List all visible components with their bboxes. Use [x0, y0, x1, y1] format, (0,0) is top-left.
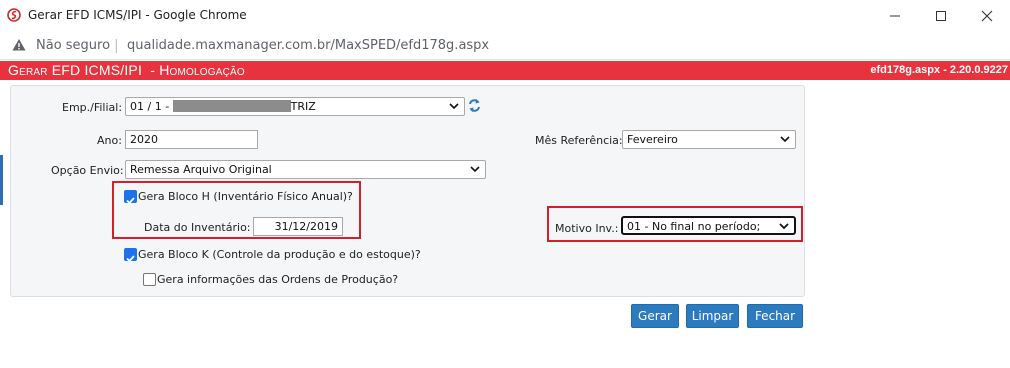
minimize-icon	[890, 15, 900, 17]
bloco-k-checkbox[interactable]	[124, 248, 137, 263]
app-logo-icon	[7, 8, 21, 22]
checkmark-icon	[126, 255, 135, 263]
bloco-h-checkbox[interactable]	[124, 190, 137, 205]
empresa-label: Emp./Filial:	[62, 101, 123, 114]
security-status: Não seguro	[36, 38, 111, 53]
opcao-envio-select[interactable]: Remessa Arquivo Original	[125, 160, 486, 179]
ordens-producao-checkbox[interactable]	[143, 273, 156, 286]
empresa-value-suffix: TRIZ	[290, 100, 316, 113]
mes-referencia-select[interactable]: Fevereiro	[622, 130, 796, 149]
page-version: efd178g.aspx - 2.20.0.9227	[870, 64, 1008, 76]
empresa-select[interactable]: 01 / 1 - TRIZ	[125, 97, 465, 116]
data-inventario-input[interactable]: 31/12/2019	[253, 217, 343, 236]
close-icon	[981, 10, 993, 22]
gerar-button[interactable]: Gerar	[631, 304, 679, 328]
address-bar[interactable]: Não seguro | qualidade.maxmanager.com.br…	[0, 32, 1010, 60]
ano-label: Ano:	[97, 134, 122, 147]
maximize-icon	[936, 11, 946, 21]
chevron-down-icon	[449, 103, 459, 110]
data-inventario-label: Data do Inventário:	[144, 221, 251, 234]
chevron-down-icon	[780, 136, 790, 143]
chevron-down-icon	[779, 223, 789, 230]
mes-referencia-label: Mês Referência:	[535, 134, 623, 147]
warning-icon	[12, 39, 26, 51]
minimize-button[interactable]	[872, 0, 918, 32]
url-text[interactable]: qualidade.maxmanager.com.br/MaxSPED/efd1…	[127, 38, 489, 53]
limpar-button[interactable]: Limpar	[686, 304, 739, 328]
bloco-h-label[interactable]: Gera Bloco H (Inventário Físico Anual)?	[138, 190, 353, 203]
bloco-k-label[interactable]: Gera Bloco K (Controle da produção e do …	[138, 248, 421, 261]
opcao-envio-label: Opção Envio:	[51, 164, 124, 177]
motivo-inv-select[interactable]: 01 - No final no período;	[621, 216, 796, 235]
ordens-producao-label[interactable]: Gera informações das Ordens de Produção?	[157, 273, 398, 286]
motivo-inv-value: 01 - No final no período;	[627, 220, 761, 233]
chevron-down-icon	[470, 166, 480, 173]
window-title: Gerar EFD ICMS/IPI - Google Chrome	[28, 8, 247, 22]
empresa-value-prefix: 01 / 1 -	[130, 100, 173, 113]
checkmark-icon	[126, 197, 135, 205]
opcao-envio-value: Remessa Arquivo Original	[130, 163, 272, 176]
ano-input[interactable]: 2020	[125, 130, 258, 149]
refresh-icon[interactable]	[467, 97, 482, 114]
window-titlebar: Gerar EFD ICMS/IPI - Google Chrome	[0, 0, 1010, 32]
left-edge-strip	[0, 155, 3, 205]
page-title: Gerar EFD ICMS/IPI - Homologação	[8, 62, 245, 78]
address-separator: |	[114, 38, 119, 54]
close-window-button[interactable]	[964, 0, 1010, 32]
redacted-block	[172, 100, 291, 112]
maximize-button[interactable]	[918, 0, 964, 32]
page-header: Gerar EFD ICMS/IPI - Homologação efd178g…	[0, 61, 1010, 80]
motivo-inv-label: Motivo Inv.:	[555, 222, 619, 235]
fechar-button[interactable]: Fechar	[747, 304, 803, 328]
mes-referencia-value: Fevereiro	[627, 133, 678, 146]
